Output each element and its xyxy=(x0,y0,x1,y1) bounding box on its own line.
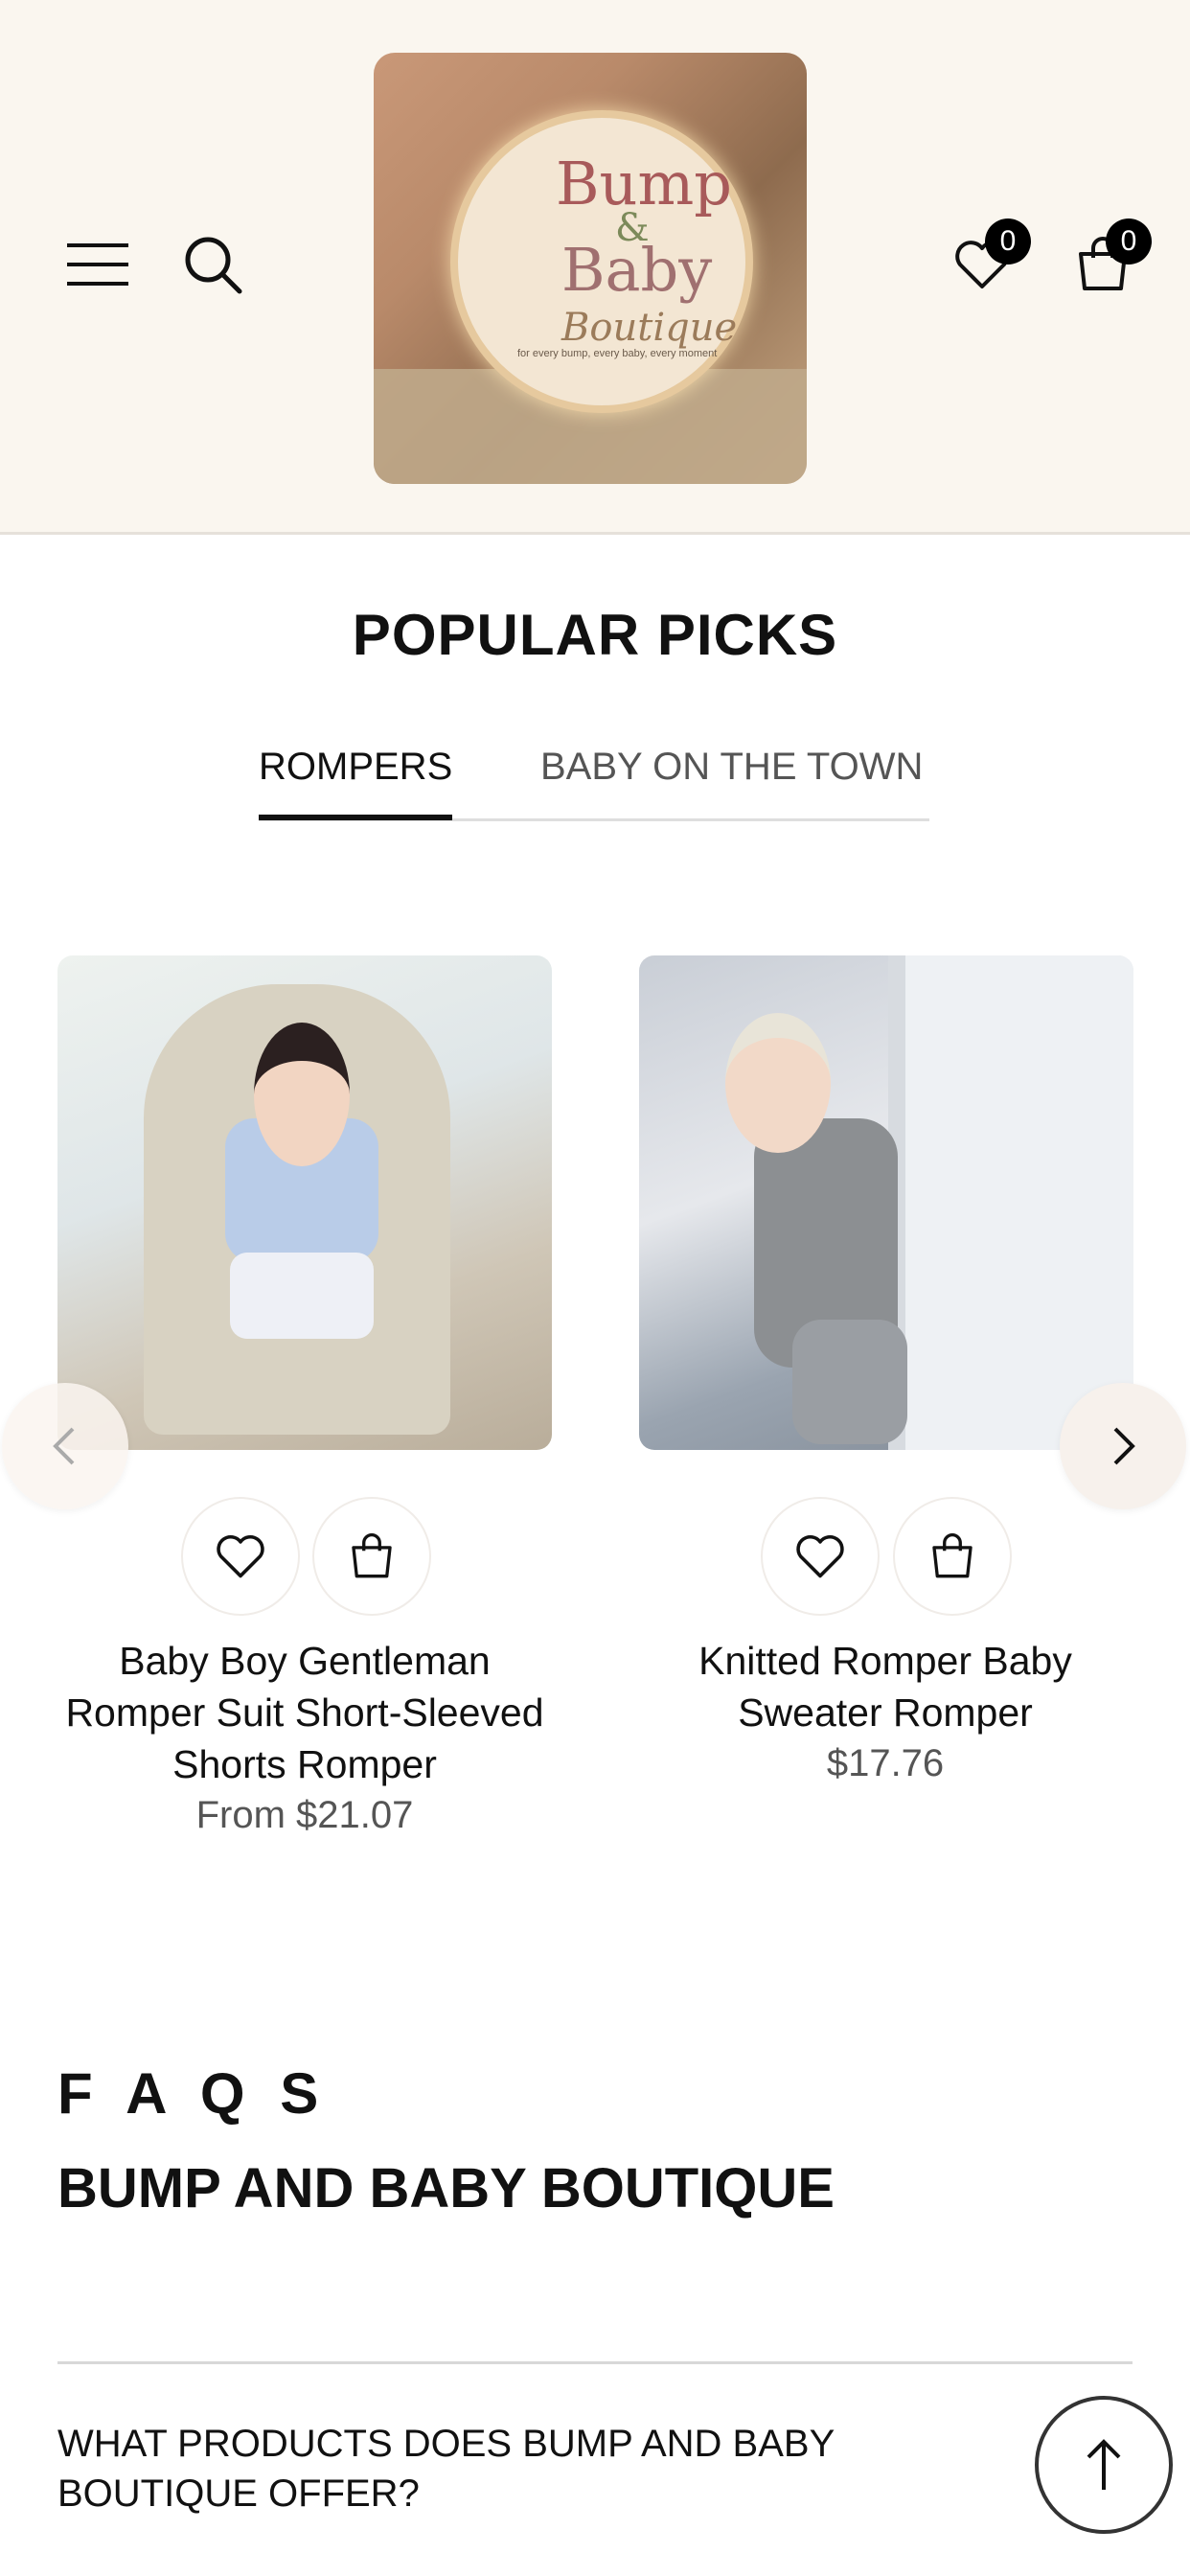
chevron-left-icon xyxy=(53,1427,75,1465)
product-image-knitted-romper[interactable] xyxy=(639,955,1133,1450)
faq-subheading: BUMP AND BABY BOUTIQUE xyxy=(57,2157,835,2220)
shopping-bag-icon xyxy=(352,1533,392,1578)
carousel-prev-button[interactable] xyxy=(2,1383,128,1509)
product-price: $17.76 xyxy=(826,1742,945,1784)
add-to-wishlist-button[interactable] xyxy=(761,1497,880,1616)
logo-text-boutique: Boutique xyxy=(561,306,738,350)
image-shorts xyxy=(230,1253,374,1339)
arrow-up-icon xyxy=(1087,2439,1121,2490)
product-image-gentleman-romper[interactable] xyxy=(57,955,552,1450)
faq-heading: F A Q S xyxy=(57,2061,329,2126)
add-to-cart-button[interactable] xyxy=(312,1497,431,1616)
tab-baby-on-the-town[interactable]: BABY ON THE TOWN xyxy=(540,738,923,815)
wishlist-button[interactable]: 0 xyxy=(939,218,1031,303)
brand-logo[interactable]: Bump & Baby Boutique for every bump, eve… xyxy=(374,53,807,484)
product-price: From $21.07 xyxy=(195,1794,414,1836)
hamburger-menu-icon xyxy=(67,243,128,286)
logo-text-baby: Baby xyxy=(561,235,713,305)
faq-question[interactable]: WHAT PRODUCTS DOES BUMP AND BABY BOUTIQU… xyxy=(57,2419,977,2518)
add-to-wishlist-button[interactable] xyxy=(181,1497,300,1616)
search-button[interactable] xyxy=(174,226,251,303)
image-child-head xyxy=(254,1023,350,1166)
product-title[interactable]: Knitted Romper Baby Sweater Romper xyxy=(636,1635,1134,1738)
carousel-next-button[interactable] xyxy=(1060,1383,1186,1509)
add-to-cart-button[interactable] xyxy=(893,1497,1012,1616)
site-header: Bump & Baby Boutique for every bump, eve… xyxy=(0,0,1190,535)
heart-icon xyxy=(796,1534,844,1578)
cart-count-badge: 0 xyxy=(1106,218,1152,264)
logo-tagline: for every bump, every baby, every moment xyxy=(517,348,718,359)
chevron-right-icon xyxy=(1113,1427,1135,1465)
image-child-head xyxy=(725,1013,831,1153)
popular-picks-title: POPULAR PICKS xyxy=(352,603,838,667)
shopping-bag-icon xyxy=(932,1533,973,1578)
image-window xyxy=(888,955,1133,1450)
product-title[interactable]: Baby Boy Gentleman Romper Suit Short-Sle… xyxy=(56,1635,554,1790)
menu-button[interactable] xyxy=(59,226,136,303)
faq-divider xyxy=(57,2361,1133,2364)
tab-rompers[interactable]: ROMPERS xyxy=(259,738,453,820)
heart-icon xyxy=(217,1534,264,1578)
wishlist-count-badge: 0 xyxy=(985,218,1031,264)
product-tabs: ROMPERS BABY ON THE TOWN xyxy=(259,738,929,821)
image-child-legs xyxy=(792,1320,907,1444)
search-icon xyxy=(185,237,242,294)
cart-button[interactable]: 0 xyxy=(1060,218,1152,303)
scroll-to-top-button[interactable] xyxy=(1035,2396,1173,2534)
